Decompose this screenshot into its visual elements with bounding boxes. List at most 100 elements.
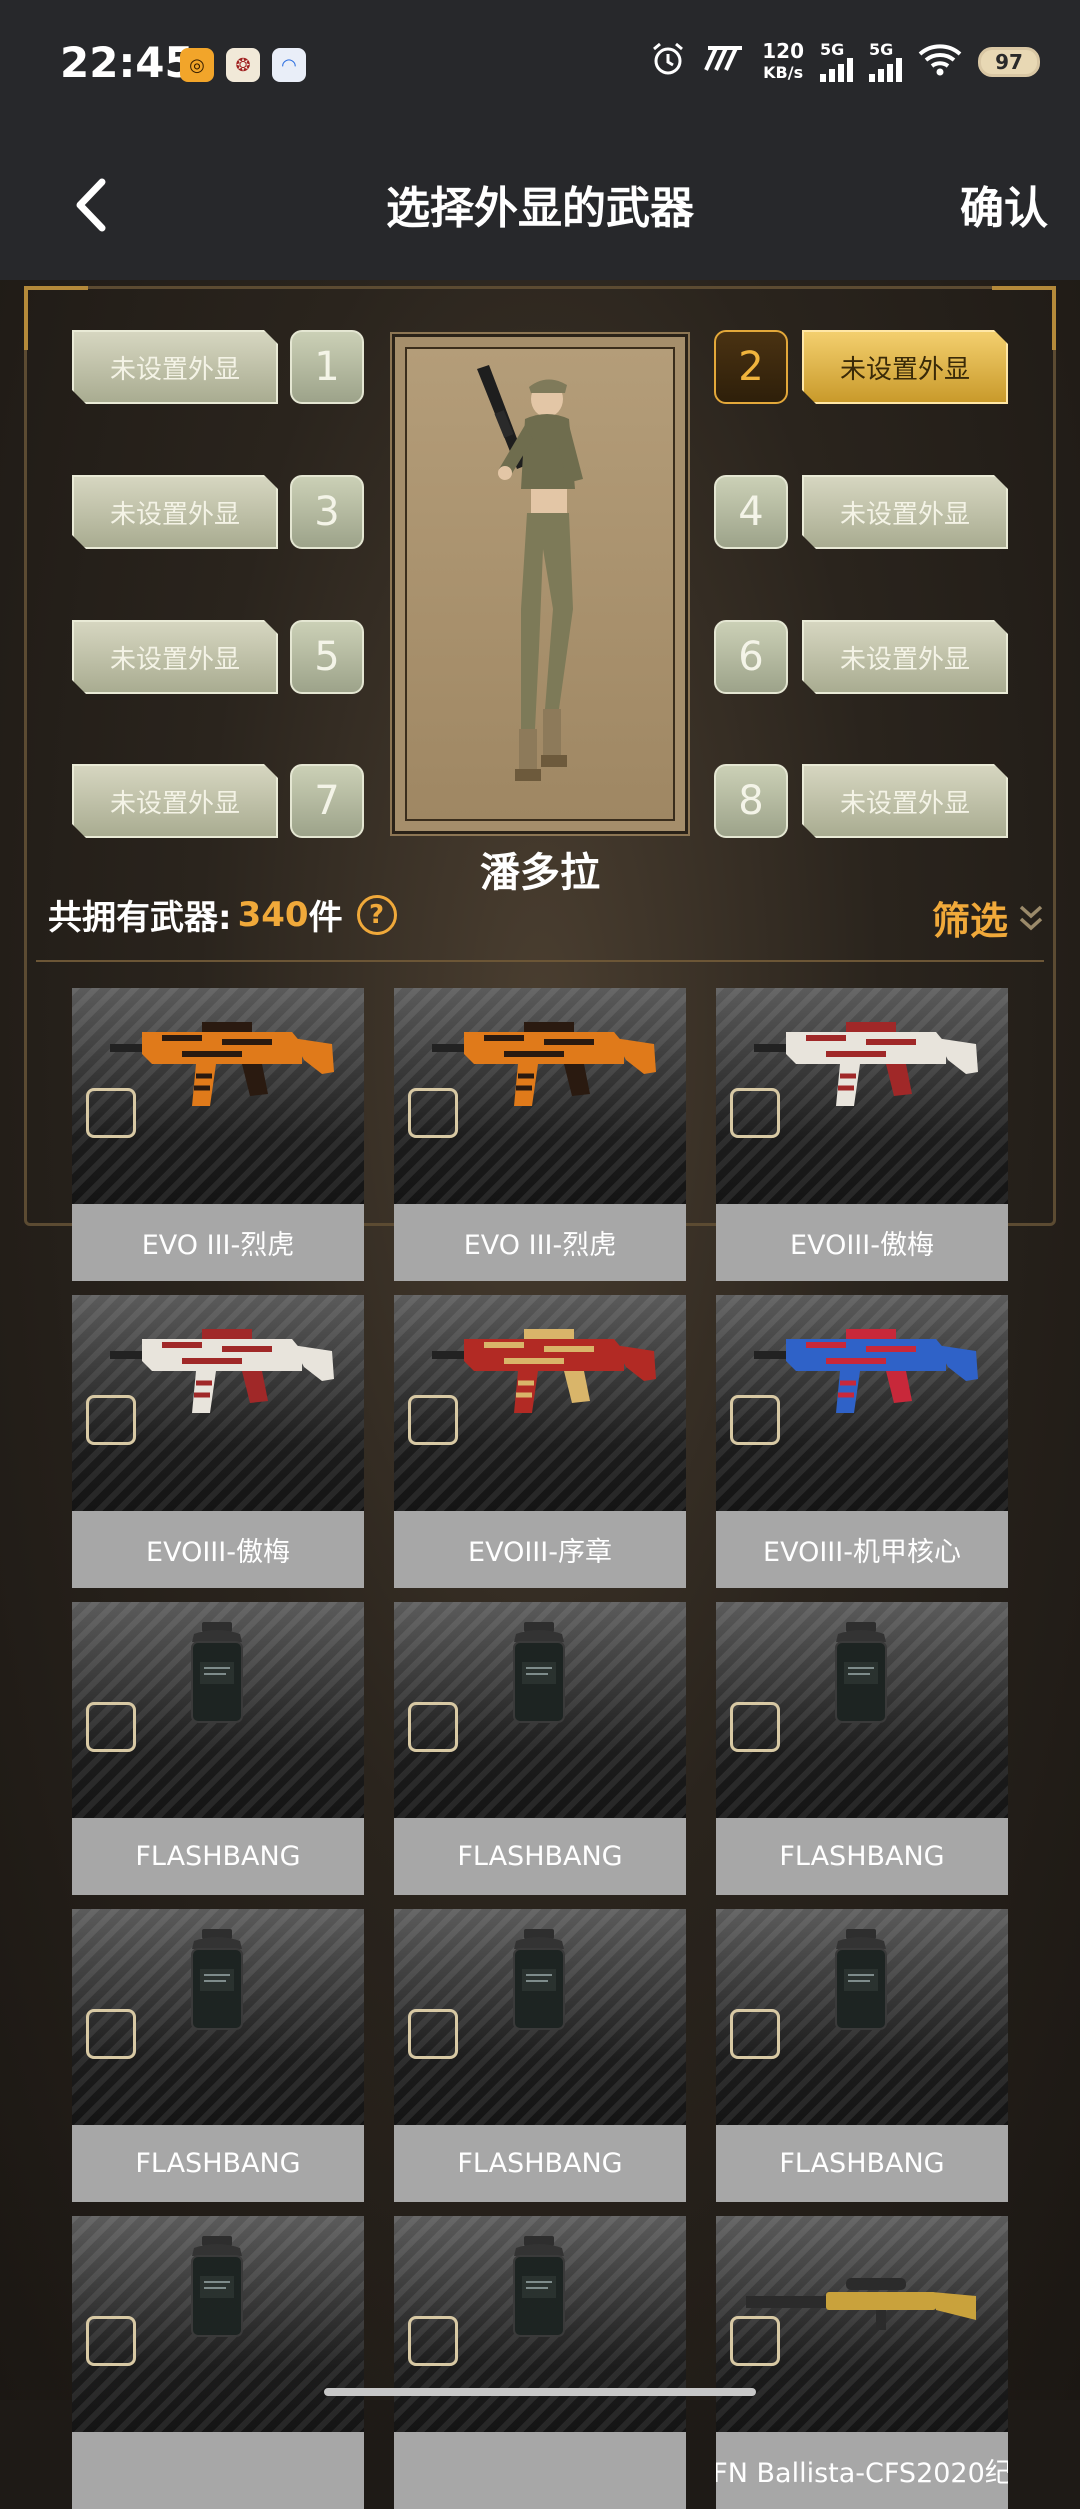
weapon-image: [716, 1602, 1008, 1818]
slot-5-button[interactable]: 未设置外显: [72, 620, 278, 694]
weapon-card[interactable]: FLASHBANG: [394, 1602, 686, 1895]
slot-8-button[interactable]: 未设置外显: [802, 764, 1008, 838]
net-speed-unit: KB/s: [763, 63, 804, 82]
slot-4-button[interactable]: 未设置外显: [802, 475, 1008, 549]
status-bar: 22:45 ◎ ❂ ◠ 120 KB/s 5G 5G 97: [0, 0, 1080, 130]
weapon-image: [72, 988, 364, 1204]
nav-bar: 选择外显的武器 确认: [0, 130, 1080, 280]
weapon-name: EVOIII-傲梅: [716, 1204, 1008, 1281]
weapon-card[interactable]: EVOIII-机甲核心: [716, 1295, 1008, 1588]
slot-7-button[interactable]: 未设置外显: [72, 764, 278, 838]
weapon-checkbox[interactable]: [86, 1088, 136, 1138]
weapon-image: [716, 988, 1008, 1204]
weapon-image: [716, 1909, 1008, 2125]
filter-button[interactable]: 筛选: [932, 890, 1044, 945]
divider: [36, 960, 1044, 962]
weapon-name: FLASHBANG: [72, 2125, 364, 2202]
weapon-count: 共拥有武器: 340 件 ?: [48, 890, 397, 939]
weapon-checkbox[interactable]: [730, 2316, 780, 2366]
slot-3-button[interactable]: 未设置外显: [72, 475, 278, 549]
slot-4-number[interactable]: 4: [714, 475, 788, 549]
help-icon[interactable]: ?: [356, 894, 397, 935]
battery-level: 97: [995, 50, 1023, 74]
weapon-name: EVOIII-序章: [394, 1511, 686, 1588]
status-indicators: 120 KB/s 5G 5G 97: [650, 40, 1040, 84]
weapon-checkbox[interactable]: [86, 1395, 136, 1445]
weapon-card[interactable]: [72, 2216, 364, 2509]
app-notification-icon: ◎: [180, 48, 214, 82]
weapon-card[interactable]: FN Ballista-CFS2020纪: [716, 2216, 1008, 2509]
status-time: 22:45: [60, 38, 194, 87]
weapon-checkbox[interactable]: [86, 2316, 136, 2366]
signal-icon: 5G: [869, 42, 902, 82]
weapon-checkbox[interactable]: [408, 2009, 458, 2059]
weapon-card[interactable]: FLASHBANG: [716, 1909, 1008, 2202]
weapon-image: [394, 1602, 686, 1818]
weapon-image: [394, 1909, 686, 2125]
home-indicator[interactable]: [324, 2388, 756, 2396]
weapon-card[interactable]: EVOIII-傲梅: [716, 988, 1008, 1281]
page-title: 选择外显的武器: [386, 183, 694, 234]
weapon-card[interactable]: EVOIII-序章: [394, 1295, 686, 1588]
weapon-image: [72, 1295, 364, 1511]
weapon-checkbox[interactable]: [408, 2316, 458, 2366]
chevron-double-down-icon: [1019, 905, 1043, 930]
confirm-button[interactable]: 确认: [960, 172, 1048, 236]
net-speed-value: 120: [762, 39, 804, 63]
weapon-name: EVOIII-机甲核心: [716, 1511, 1008, 1588]
weapon-name: [394, 2432, 686, 2509]
weapon-name: EVO III-烈虎: [394, 1204, 686, 1281]
alarm-icon: [650, 41, 686, 83]
weapon-count-label: 共拥有武器:: [48, 898, 232, 938]
weapon-name: [72, 2432, 364, 2509]
notification-icons: ◎ ❂ ◠: [180, 48, 306, 82]
weapon-count-value: 340: [237, 894, 309, 935]
filter-label: 筛选: [931, 899, 1008, 943]
weapon-card[interactable]: [394, 2216, 686, 2509]
wifi-icon: [918, 42, 962, 82]
weapon-name: EVO III-烈虎: [72, 1204, 364, 1281]
weapon-checkbox[interactable]: [730, 2009, 780, 2059]
weapon-card[interactable]: FLASHBANG: [716, 1602, 1008, 1895]
slot-6-button[interactable]: 未设置外显: [802, 620, 1008, 694]
app-notification-icon: ❂: [226, 48, 260, 82]
weapon-checkbox[interactable]: [730, 1395, 780, 1445]
weapon-card[interactable]: FLASHBANG: [394, 1909, 686, 2202]
weapon-checkbox[interactable]: [730, 1088, 780, 1138]
weapon-card[interactable]: FLASHBANG: [72, 1909, 364, 2202]
weapon-checkbox[interactable]: [730, 1702, 780, 1752]
weapon-name: FLASHBANG: [716, 2125, 1008, 2202]
weapon-image: [716, 1295, 1008, 1511]
weapon-name: FLASHBANG: [394, 1818, 686, 1895]
weapon-checkbox[interactable]: [408, 1088, 458, 1138]
weapon-checkbox[interactable]: [86, 2009, 136, 2059]
weapon-name: FLASHBANG: [394, 2125, 686, 2202]
weapon-card[interactable]: EVO III-烈虎: [72, 988, 364, 1281]
character-image: [405, 347, 675, 821]
slot-8-number[interactable]: 8: [714, 764, 788, 838]
weapon-card[interactable]: FLASHBANG: [72, 1602, 364, 1895]
slot-2-number[interactable]: 2: [714, 330, 788, 404]
slot-3-number[interactable]: 3: [290, 475, 364, 549]
battery-icon: 97: [978, 47, 1040, 77]
slot-1-number[interactable]: 1: [290, 330, 364, 404]
weapon-name: FLASHBANG: [716, 1818, 1008, 1895]
character-portrait: [390, 332, 690, 836]
signal-label: 5G: [869, 40, 894, 59]
slot-2-button[interactable]: 未设置外显: [802, 330, 1008, 404]
weapon-checkbox[interactable]: [86, 1702, 136, 1752]
weapon-image: [72, 1909, 364, 2125]
slot-7-number[interactable]: 7: [290, 764, 364, 838]
weapon-image: [394, 1295, 686, 1511]
weapon-checkbox[interactable]: [408, 1702, 458, 1752]
weapon-card[interactable]: EVO III-烈虎: [394, 988, 686, 1281]
slot-5-number[interactable]: 5: [290, 620, 364, 694]
slot-1-button[interactable]: 未设置外显: [72, 330, 278, 404]
weapon-checkbox[interactable]: [408, 1395, 458, 1445]
character-figure: [477, 365, 583, 781]
slot-6-number[interactable]: 6: [714, 620, 788, 694]
weapon-image: [72, 1602, 364, 1818]
weapon-card[interactable]: EVOIII-傲梅: [72, 1295, 364, 1588]
nfc-icon: [702, 44, 746, 80]
weapon-name: FLASHBANG: [72, 1818, 364, 1895]
